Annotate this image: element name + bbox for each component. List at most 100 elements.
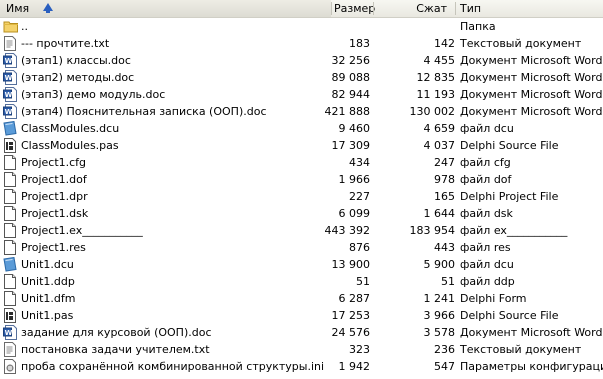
file-row[interactable]: Unit1.dfm 6 287 1 241 Delphi Form [0,290,603,307]
file-name: Unit1.ddp [21,275,75,288]
file-type: Папка [460,20,496,33]
file-name: Project1.dpr [21,190,88,203]
blank-file-icon [3,291,17,306]
file-packed-size: 1 644 [423,207,456,220]
word-doc-icon: W [3,53,17,68]
file-name: .. [21,20,28,33]
file-row[interactable]: Project1.ex___________ 443 392 183 954 файл… [0,222,603,239]
file-size: 82 944 [331,88,371,101]
ini-file-icon [3,359,17,374]
file-packed-size: 11 193 [416,88,456,101]
file-row[interactable]: Wзадание для курсовой (ООП).doc 24 576 3 5… [0,324,603,341]
file-row[interactable]: W (этап2) методы.doc 89 088 12 835 Документ … [0,69,603,86]
file-size: 24 576 [331,326,371,339]
file-name: (этап4) Пояснительная записка (ООП).doc [21,105,267,118]
file-packed-size: 5 900 [423,258,456,271]
svg-text:W: W [5,108,13,116]
column-header-size[interactable]: Размер [332,0,375,17]
file-row[interactable]: Project1.cfg 434 247 файл cfg [0,154,603,171]
file-size: 876 [349,241,370,254]
file-packed-size: 547 [434,360,455,373]
file-row[interactable]: Project1.res 876 443 файл res [0,239,603,256]
file-size: 89 088 [331,71,371,84]
file-row[interactable]: --- прочтите.txt 183 142 Текстовый документ [0,35,603,52]
file-packed-size: 51 [441,275,455,288]
file-type: Текстовый документ [460,37,582,50]
file-row[interactable]: W (этап1) классы.doc 32 256 4 455 Документ M… [0,52,603,69]
file-size: 51 [356,275,370,288]
parent-folder-row[interactable]: .. Папка [0,18,603,35]
file-row[interactable]: проба сохранённой комбинированной структ… [0,358,603,375]
file-type: Delphi Source File [460,139,559,152]
word-doc-icon: W [3,325,17,340]
word-doc-icon: W [3,104,17,119]
file-size: 1 942 [338,360,371,373]
file-packed-size: 3 966 [423,309,456,322]
word-doc-icon: W [3,87,17,102]
file-packed-size: 4 659 [423,122,456,135]
file-size: 32 256 [331,54,371,67]
blank-file-icon [3,240,17,255]
blank-file-icon [3,172,17,187]
file-packed-size: 236 [434,343,455,356]
file-row[interactable]: Unit1.pas 17 253 3 966 Delphi Source File [0,307,603,324]
file-row[interactable]: Project1.dof 1 966 978 файл dof [0,171,603,188]
file-size: 6 099 [338,207,371,220]
file-name: постановка задачи учителем.txt [21,343,210,356]
file-packed-size: 4 455 [423,54,456,67]
column-header-type[interactable]: Тип [456,0,603,17]
file-size: 9 460 [338,122,371,135]
file-row[interactable]: W (этап4) Пояснительная записка (ООП).doc… [0,103,603,120]
file-packed-size: 443 [434,241,455,254]
file-row[interactable]: ClassModules.pas 17 309 4 037 Delphi Source… [0,137,603,154]
file-type: Документ Microsoft Word [460,105,603,118]
file-size: 13 900 [331,258,371,271]
file-row[interactable]: W (этап3) демо модуль.doc 82 944 11 193 Доку… [0,86,603,103]
file-size: 434 [349,156,370,169]
file-type: Документ Microsoft Word [460,88,603,101]
file-type: файл res [460,241,511,254]
svg-text:W: W [5,57,13,65]
file-size: 443 392 [324,224,371,237]
file-size: 421 888 [324,105,371,118]
column-header-type-label: Тип [460,2,482,15]
file-type: Delphi Form [460,292,527,305]
dcu-file-icon [3,120,17,136]
column-header-packed[interactable]: Сжат [374,0,454,17]
file-name: Unit1.pas [21,309,74,322]
file-row[interactable]: Project1.dsk 6 099 1 644 файл dsk [0,205,603,222]
column-header-bar: Имя Размер Сжат Тип [0,0,603,18]
file-name: Unit1.dfm [21,292,76,305]
file-name: (этап2) методы.doc [21,71,135,84]
pas-file-icon [3,308,17,323]
file-type: Документ Microsoft Word [460,326,603,339]
column-header-name-label: Имя [6,2,30,15]
file-name: Project1.dof [21,173,87,186]
file-packed-size: 12 835 [416,71,456,84]
file-size: 227 [349,190,370,203]
file-type: файл dcu [460,258,514,271]
text-file-icon [3,342,17,357]
dcu-file-icon [3,256,17,272]
file-packed-size: 978 [434,173,455,186]
file-name: Project1.res [21,241,86,254]
file-name: (этап1) классы.doc [21,54,131,67]
file-type: файл dsk [460,207,513,220]
file-type: файл dof [460,173,512,186]
column-header-name[interactable]: Имя [0,0,331,17]
file-name: Project1.cfg [21,156,87,169]
file-type: файл ddp [460,275,515,288]
file-packed-size: 142 [434,37,455,50]
pas-file-icon [3,138,17,153]
file-row[interactable]: постановка задачи учителем.txt 323 236 Текс… [0,341,603,358]
file-row[interactable]: Unit1.ddp 51 51 файл ddp [0,273,603,290]
file-size: 6 287 [338,292,371,305]
file-name: Unit1.dcu [21,258,74,271]
blank-file-icon [3,223,17,238]
file-row[interactable]: Project1.dpr 227 165 Delphi Project File [0,188,603,205]
file-row[interactable]: Unit1.dcu 13 900 5 900 файл dcu [0,256,603,273]
svg-text:W: W [5,74,13,82]
file-packed-size: 247 [434,156,455,169]
file-packed-size: 130 002 [409,105,456,118]
file-row[interactable]: ClassModules.dcu 9 460 4 659 файл dcu [0,120,603,137]
